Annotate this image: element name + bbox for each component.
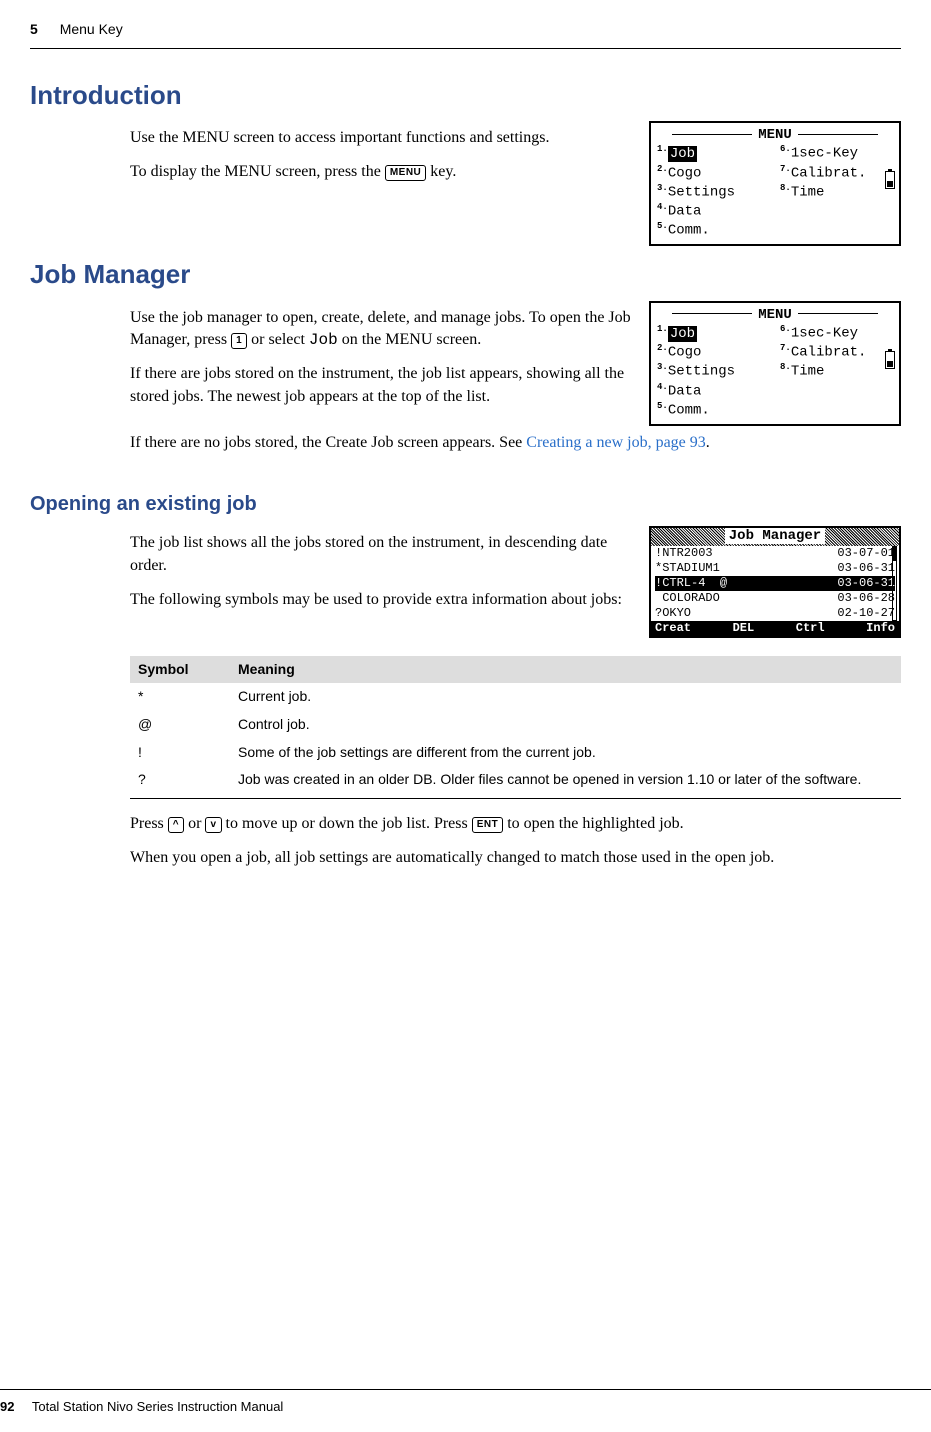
jm-paragraph-1: Use the job manager to open, create, del… [130,307,631,352]
job-row: COLORADO03-06-28 [655,591,895,606]
jm-paragraph-2: If there are jobs stored on the instrume… [130,363,631,408]
table-row: ! Some of the job settings are different… [130,739,901,767]
open-paragraph-3: When you open a job, all job settings ar… [130,847,901,869]
heading-opening-existing-job: Opening an existing job [30,490,901,518]
lcd-item: 4.Data [657,382,770,401]
softkey-info: Info [866,621,895,636]
lcd-item: 8.Time [780,183,893,202]
table-row: * Current job. [130,683,901,711]
battery-icon [885,351,895,369]
lcd-item: 3.Settings [657,362,770,381]
lcd-item: 7.Calibrat. [780,164,893,183]
intro-paragraph-1: Use the MENU screen to access important … [130,127,631,149]
footer-title: Total Station Nivo Series Instruction Ma… [32,1399,283,1414]
nav-c: to move up or down the job list. Press [222,815,472,832]
lcd-item: 7.Calibrat. [780,343,893,362]
nav-a: Press [130,815,168,832]
chapter-number: 5 [30,21,38,37]
open-paragraph-2: The following symbols may be used to pro… [130,589,631,611]
symtab-hdr-symbol: Symbol [130,656,230,684]
menu-key-icon: MENU [385,165,426,181]
job-row-selected: !CTRL-4 @03-06-31 [655,576,895,591]
job-row: *STADIUM103-06-31 [655,561,895,576]
intro-p2-b: key. [426,163,456,180]
chapter-title: Menu Key [60,21,123,37]
battery-icon [885,171,895,189]
lcd-softkeys: Creat DEL Ctrl Info [651,621,899,636]
up-key-icon: ^ [168,817,184,833]
one-key-icon: 1 [231,333,247,349]
jm-paragraph-3: If there are no jobs stored, the Create … [130,432,901,454]
lcd-scrollbar [892,546,897,621]
lcd-item: 2.Cogo [657,343,770,362]
link-creating-new-job[interactable]: Creating a new job, page 93 [526,434,706,451]
lcd-item: 6.1sec-Key [780,144,893,163]
nav-b: or [184,815,205,832]
lcd-item: 5.Comm. [657,401,770,420]
header-rule [30,48,901,49]
lcd-item: 1.Job [657,144,770,163]
lcd-item: 3.Settings [657,183,770,202]
lcd-menu-screenshot-2: MENU 1.Job 2.Cogo 3.Settings 4.Data 5.Co… [649,301,901,426]
intro-p2-a: To display the MENU screen, press the [130,163,385,180]
jm-word-job: Job [309,331,338,349]
job-row: !NTR200303-07-01 [655,546,895,561]
lcd-item: 8.Time [780,362,893,381]
lcd-menu-screenshot-1: MENU 1.Job 2.Cogo 3.Settings 4.Data 5.Co… [649,121,901,246]
table-row: @ Control job. [130,711,901,739]
page-header: 5 Menu Key [30,20,901,40]
intro-paragraph-2: To display the MENU screen, press the ME… [130,161,631,183]
page-number: 92 [0,1399,14,1414]
heading-job-manager: Job Manager [30,256,901,292]
lcd-item: 4.Data [657,202,770,221]
nav-d: to open the highlighted job. [503,815,683,832]
nav-instructions: Press ^ or v to move up or down the job … [130,813,901,835]
softkey-creat: Creat [655,621,691,636]
jm-p3-a: If there are no jobs stored, the Create … [130,434,526,451]
softkey-del: DEL [733,621,755,636]
lcd-job-manager-title: Job Manager [651,528,899,546]
lcd-title: MENU [657,307,893,325]
softkey-ctrl: Ctrl [796,621,825,636]
symbol-table: Symbol Meaning * Current job. @ Control … [130,656,901,799]
heading-introduction: Introduction [30,77,901,113]
ent-key-icon: ENT [472,817,504,833]
jm-p1-b: or select [247,331,309,348]
table-row: ? Job was created in an older DB. Older … [130,766,901,798]
down-key-icon: v [205,817,221,833]
lcd-item: 1.Job [657,324,770,343]
job-row: ?OKYO02-10-27 [655,606,895,621]
lcd-item: 5.Comm. [657,221,770,240]
lcd-job-manager-screenshot: Job Manager !NTR200303-07-01 *STADIUM103… [649,526,901,638]
page-footer: 92 Total Station Nivo Series Instruction… [0,1389,931,1416]
jm-p1-c: on the MENU screen. [338,331,482,348]
jm-p3-b: . [706,434,710,451]
symtab-hdr-meaning: Meaning [230,656,901,684]
lcd-title: MENU [657,127,893,145]
lcd-item: 6.1sec-Key [780,324,893,343]
open-paragraph-1: The job list shows all the jobs stored o… [130,532,631,577]
lcd-item: 2.Cogo [657,164,770,183]
